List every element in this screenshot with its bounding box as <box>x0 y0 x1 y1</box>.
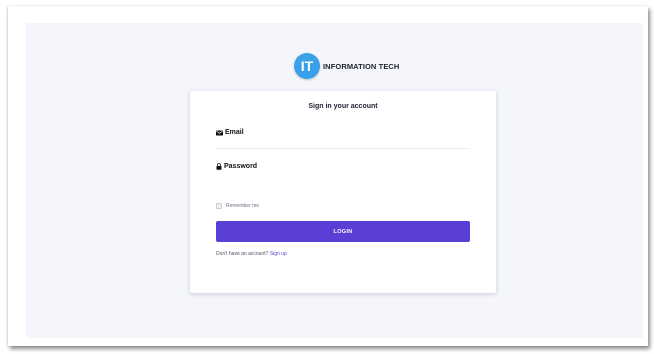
envelope-icon <box>216 130 223 135</box>
brand-header: IT INFORMATION TECH <box>294 52 399 80</box>
window-frame: IT INFORMATION TECH Sign in your account… <box>8 6 648 346</box>
lock-icon <box>216 163 222 170</box>
brand-name: INFORMATION TECH <box>323 61 400 71</box>
remember-label: Remember me <box>226 203 260 209</box>
password-field-group: Password <box>216 163 470 188</box>
password-input[interactable] <box>216 175 470 188</box>
email-label-text: Email <box>225 129 244 136</box>
brand-logo: IT <box>294 53 320 79</box>
signup-link[interactable]: Sign up <box>270 251 287 257</box>
email-label: Email <box>216 129 470 136</box>
form-title: Sign in your account <box>308 103 378 110</box>
email-input[interactable] <box>216 141 470 154</box>
remember-me[interactable]: Remember me <box>216 203 259 209</box>
remember-checkbox[interactable] <box>216 203 222 209</box>
email-field-group: Email <box>216 129 470 154</box>
password-label-text: Password <box>224 163 258 170</box>
password-label: Password <box>216 163 470 170</box>
login-card: Sign in your account Email Password Reme… <box>190 91 496 293</box>
signup-prompt-text: Don't have an account? <box>216 251 269 257</box>
login-button[interactable]: LOGIN <box>216 221 470 242</box>
login-page: IT INFORMATION TECH Sign in your account… <box>26 23 643 338</box>
signup-prompt: Don't have an account? Sign up <box>216 251 287 257</box>
